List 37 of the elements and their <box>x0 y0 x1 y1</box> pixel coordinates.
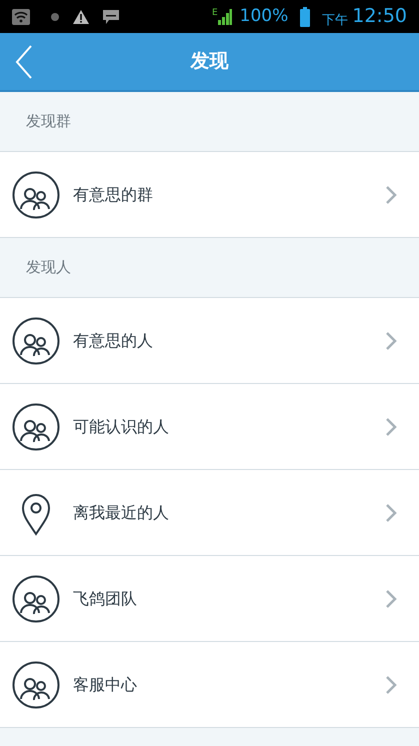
item-label: 有意思的人 <box>73 330 154 352</box>
battery-icon <box>300 6 310 26</box>
people-icon <box>12 402 60 450</box>
dot-icon <box>50 12 60 22</box>
item-label: 飞鸽团队 <box>73 588 138 610</box>
chevron-icon <box>385 674 397 694</box>
chevron-icon <box>385 330 397 350</box>
people-icon <box>12 660 60 708</box>
message-icon <box>102 8 120 24</box>
network-type: E <box>212 8 218 18</box>
wifi-icon <box>12 8 30 24</box>
signal-icon <box>218 8 232 24</box>
people-icon <box>12 316 60 364</box>
item-label: 客服中心 <box>73 674 138 696</box>
chevron-icon <box>385 184 397 204</box>
people-icon <box>12 170 60 218</box>
people-icon <box>12 574 60 622</box>
list-item[interactable]: 有意思的人 <box>0 298 419 384</box>
section-header: 发现群 <box>26 111 71 132</box>
list-item[interactable]: 有意思的群 <box>0 152 419 238</box>
item-label: 离我最近的人 <box>73 502 170 524</box>
list-item[interactable]: 飞鸽团队 <box>0 556 419 642</box>
chevron-icon <box>385 416 397 436</box>
battery-percent: 100% <box>240 4 288 28</box>
list-item[interactable]: 可能认识的人 <box>0 384 419 470</box>
page-title: 发现 <box>190 49 228 74</box>
list-item[interactable]: 离我最近的人 <box>0 470 419 556</box>
item-label: 有意思的群 <box>73 184 154 206</box>
chevron-icon <box>385 588 397 608</box>
time-period: 下午 <box>322 12 348 30</box>
clock-time: 12:50 <box>352 4 407 30</box>
section-header: 发现人 <box>26 257 71 278</box>
item-label: 可能认识的人 <box>73 416 170 438</box>
back-icon <box>15 44 33 78</box>
list-item[interactable]: 客服中心 <box>0 642 419 728</box>
warning-icon <box>72 8 90 24</box>
chevron-icon <box>385 502 397 522</box>
